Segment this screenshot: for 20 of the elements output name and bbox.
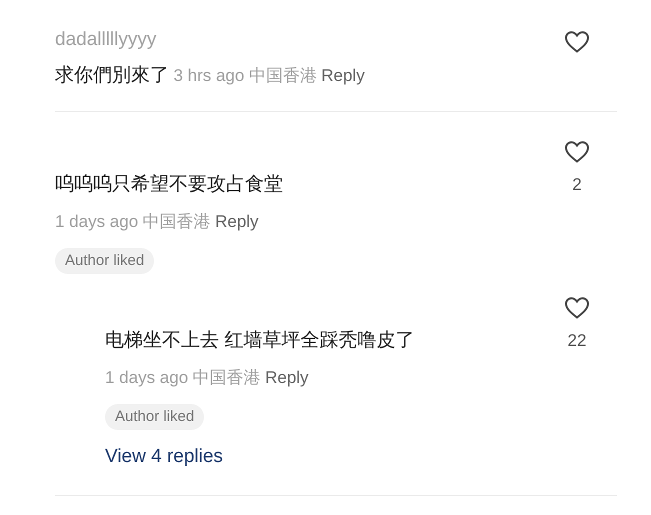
- heart-icon[interactable]: [564, 296, 590, 320]
- comment-text: 呜呜呜只希望不要攻占食堂: [55, 174, 283, 195]
- like-count: 2: [572, 174, 582, 196]
- author-liked-badge: Author liked: [105, 404, 204, 430]
- heart-icon[interactable]: [564, 30, 590, 54]
- like-count: 22: [568, 330, 586, 352]
- comment-location: 中国香港: [142, 212, 211, 231]
- comment-location: 中国香港: [248, 66, 317, 85]
- reply-link[interactable]: Reply: [321, 58, 365, 94]
- comment-time: 3 hrs ago: [173, 66, 244, 85]
- comment-text: 电梯坐不上去 红墙草坪全踩秃噜皮了: [105, 330, 414, 351]
- comment-location: 中国香港: [192, 368, 261, 387]
- reply-link[interactable]: Reply: [215, 204, 259, 240]
- comment-text: 求你們別來了: [55, 65, 169, 86]
- comment-time: 1 days ago: [105, 368, 188, 387]
- author-liked-badge: Author liked: [55, 248, 154, 274]
- reply-link[interactable]: Reply: [265, 360, 309, 396]
- heart-icon[interactable]: [564, 140, 590, 164]
- comment-time: 1 days ago: [55, 212, 138, 231]
- view-replies-link[interactable]: View 4 replies: [105, 439, 223, 475]
